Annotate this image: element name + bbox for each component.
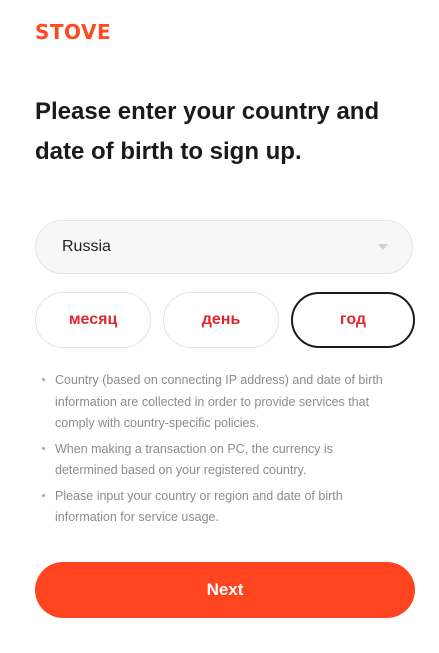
stove-logo: STOVE	[35, 20, 112, 44]
birth-day-field[interactable]: день	[163, 292, 279, 348]
country-select[interactable]: Russia	[35, 220, 413, 274]
info-note-text: Please input your country or region and …	[55, 488, 343, 525]
info-note: Country (based on connecting IP address)…	[38, 370, 398, 435]
bullet-icon	[42, 446, 45, 450]
next-button[interactable]: Next	[35, 562, 415, 618]
info-note: When making a transaction on PC, the cur…	[38, 439, 398, 482]
date-of-birth-fields: месяц день год	[35, 292, 415, 348]
birth-year-field[interactable]: год	[291, 292, 415, 348]
country-select-value: Russia	[62, 238, 111, 255]
info-notes: Country (based on connecting IP address)…	[38, 370, 398, 533]
info-note: Please input your country or region and …	[38, 486, 398, 529]
info-note-text: Country (based on connecting IP address)…	[55, 373, 383, 430]
page-heading: Please enter your country and date of bi…	[35, 98, 380, 165]
chevron-down-icon	[378, 244, 388, 250]
bullet-icon	[42, 378, 45, 381]
info-note-text: When making a transaction on PC, the cur…	[55, 441, 333, 478]
bullet-icon	[42, 493, 45, 497]
birth-month-field[interactable]: месяц	[35, 292, 151, 348]
